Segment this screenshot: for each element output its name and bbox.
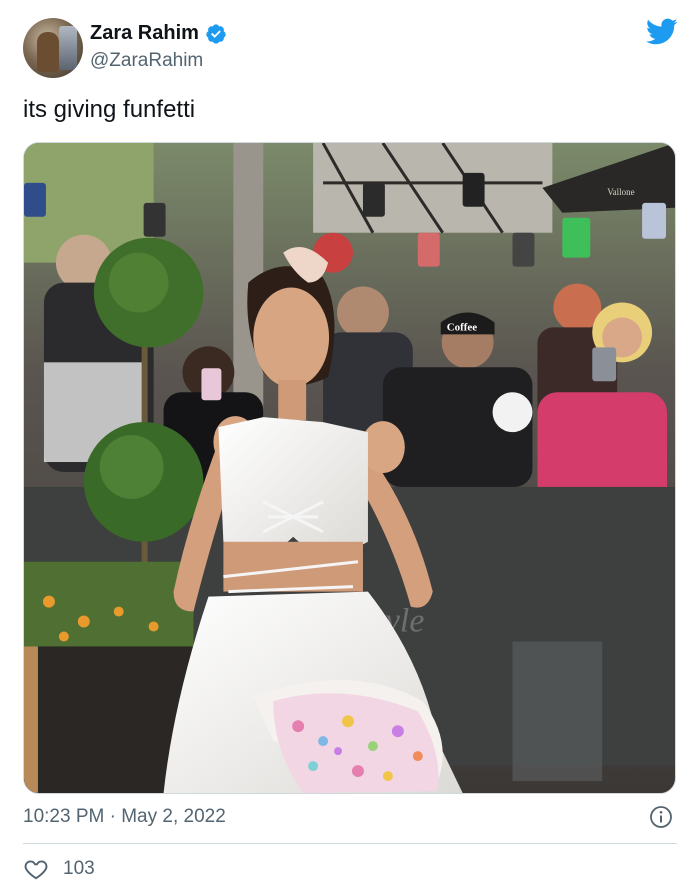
tweet-photo[interactable]: Vallone Coffee hyle (23, 142, 676, 794)
tweet-timestamp[interactable]: 10:23 PM · May 2, 2022 (23, 806, 226, 828)
display-name[interactable]: Zara Rahim (90, 22, 199, 45)
like-count: 103 (63, 858, 95, 879)
author-handle[interactable]: @ZaraRahim (90, 50, 203, 72)
tweet-text: its giving funfetti (23, 96, 196, 123)
hat-text: Coffee (447, 321, 478, 333)
photo-illustration: Vallone Coffee hyle (24, 143, 675, 793)
twitter-bird-icon[interactable] (646, 18, 678, 46)
tweet-time: 10:23 PM (23, 806, 105, 827)
info-icon[interactable] (649, 805, 673, 829)
heart-icon (24, 860, 48, 880)
tweet-date: May 2, 2022 (121, 806, 226, 827)
divider (23, 843, 677, 844)
verified-badge-icon (206, 23, 226, 44)
meta-separator: · (109, 806, 116, 827)
author-name-row[interactable]: Zara Rahim (90, 22, 227, 45)
like-button[interactable]: 103 (23, 856, 95, 882)
banner-text: Vallone (607, 187, 634, 197)
avatar[interactable] (23, 18, 83, 78)
